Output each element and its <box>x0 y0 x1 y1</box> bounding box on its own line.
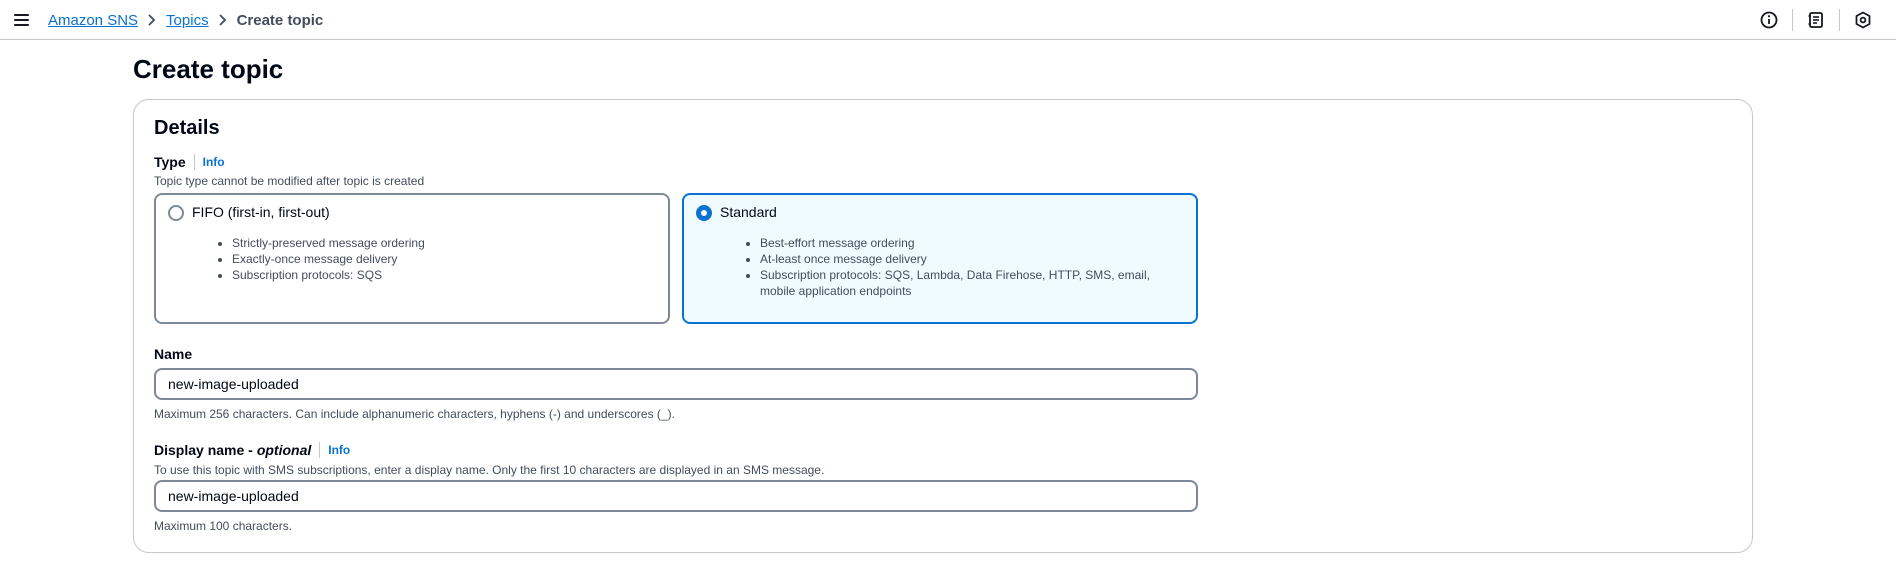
type-field-label: Type Info <box>154 154 225 170</box>
notes-icon[interactable] <box>1805 9 1827 31</box>
name-field-label: Name <box>154 346 192 362</box>
standard-feature-list: Best-effort message ordering At-least on… <box>744 235 1154 299</box>
info-icon[interactable] <box>1758 9 1780 31</box>
list-item: At-least once message delivery <box>760 251 1154 267</box>
list-item: Best-effort message ordering <box>760 235 1154 251</box>
utility-icons <box>1758 9 1874 31</box>
chevron-right-icon <box>138 10 166 30</box>
name-constraint: Maximum 256 characters. Can include alph… <box>154 407 675 421</box>
standard-radio-button[interactable] <box>696 205 712 221</box>
fifo-option-title: FIFO (first-in, first-out) <box>192 204 330 220</box>
list-item: Exactly-once message delivery <box>232 251 636 267</box>
list-item: Strictly-preserved message ordering <box>232 235 636 251</box>
display-name-info-link[interactable]: Info <box>328 443 350 457</box>
label-divider <box>193 154 195 170</box>
details-panel: Details Type Info Topic type cannot be m… <box>133 99 1753 553</box>
chevron-right-icon <box>209 10 237 30</box>
list-item: Subscription protocols: SQS <box>232 267 636 283</box>
type-description: Topic type cannot be modified after topi… <box>154 174 425 188</box>
list-item: Subscription protocols: SQS, Lambda, Dat… <box>760 267 1154 299</box>
display-name-description: To use this topic with SMS subscriptions… <box>154 463 825 477</box>
name-input[interactable] <box>154 368 1198 400</box>
type-option-fifo[interactable]: FIFO (first-in, first-out) Strictly-pres… <box>154 193 670 324</box>
fifo-radio-button[interactable] <box>168 205 184 221</box>
toolbar-divider <box>1839 9 1840 31</box>
settings-shield-icon[interactable] <box>1852 9 1874 31</box>
label-divider <box>319 442 321 458</box>
breadcrumb: Amazon SNS Topics Create topic <box>48 10 323 30</box>
display-name-label: Display name - <box>154 442 253 458</box>
breadcrumb-current-page: Create topic <box>236 11 324 29</box>
breadcrumb-topics[interactable]: Topics <box>166 12 209 29</box>
toolbar-divider <box>1792 9 1793 31</box>
fifo-feature-list: Strictly-preserved message ordering Exac… <box>216 235 636 283</box>
page-title: Create topic <box>133 54 284 84</box>
top-navigation-bar: Amazon SNS Topics Create topic <box>0 0 1896 40</box>
type-option-standard[interactable]: Standard Best-effort message ordering At… <box>682 193 1198 324</box>
breadcrumb-amazon-sns[interactable]: Amazon SNS <box>48 12 138 29</box>
optional-marker: optional <box>256 442 312 458</box>
name-label: Name <box>154 346 193 362</box>
type-label: Type <box>154 154 186 170</box>
hamburger-menu-icon[interactable] <box>12 10 32 30</box>
display-name-constraint: Maximum 100 characters. <box>154 519 293 533</box>
details-panel-title: Details <box>154 117 220 139</box>
standard-option-title: Standard <box>720 204 777 220</box>
display-name-input[interactable] <box>154 480 1198 512</box>
display-name-field-label: Display name - optional Info <box>154 442 350 458</box>
type-info-link[interactable]: Info <box>203 155 225 169</box>
